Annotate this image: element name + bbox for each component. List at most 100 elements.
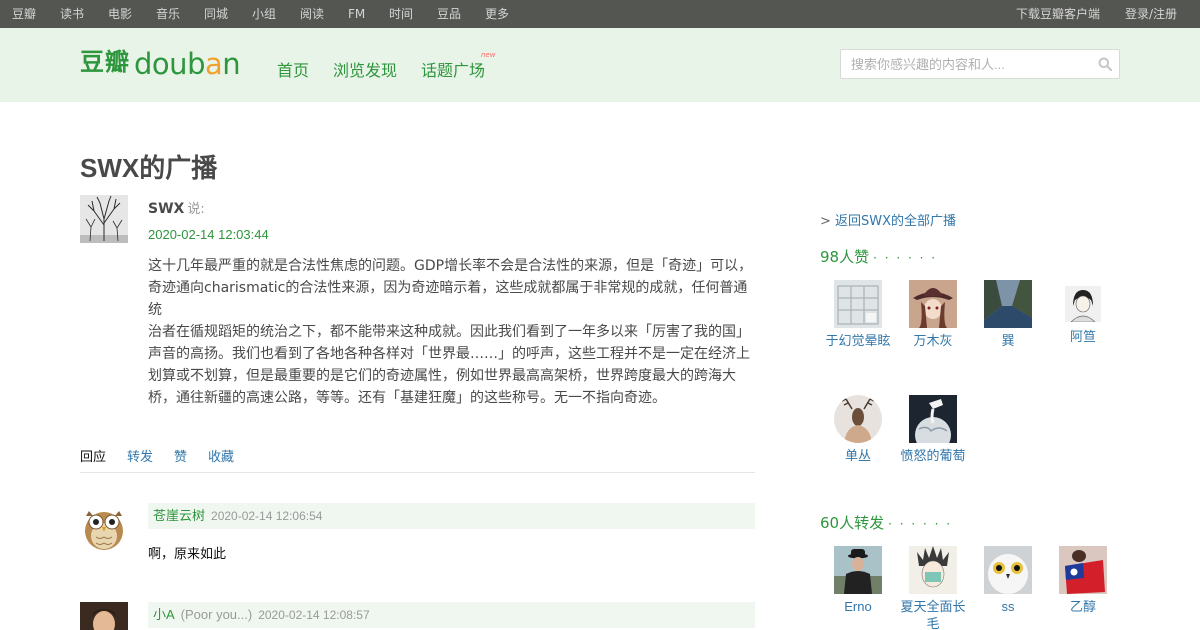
global-nav-time[interactable]: 时间 (389, 0, 413, 28)
post-time: 2020-02-14 12:03:44 (148, 227, 269, 242)
liker-cell[interactable]: 万木灰 (895, 280, 971, 349)
post-body: 这十几年最严重的就是合法性焦虑的问题。GDP增长率不会是合法性的来源，但是「奇迹… (148, 255, 758, 409)
liker-name[interactable]: 阿笪 (1045, 328, 1121, 345)
anime-girl-hat-avatar-icon (909, 280, 957, 328)
resharer-name[interactable]: ss (970, 598, 1046, 615)
post-line: 这十几年最严重的就是合法性焦虑的问题。GDP增长率不会是合法性的来源，但是「奇迹… (148, 258, 753, 274)
global-nav-more[interactable]: 更多 (485, 0, 509, 28)
global-nav-market[interactable]: 豆品 (437, 0, 461, 28)
resharer-cell[interactable]: ss (970, 546, 1046, 615)
liker-avatar[interactable] (984, 280, 1032, 328)
owl-avatar-icon (80, 503, 128, 551)
liker-name[interactable]: 单丛 (820, 447, 896, 464)
reply-tab[interactable]: 回应 (80, 446, 106, 465)
comment-avatar[interactable] (80, 602, 128, 630)
post-line: 治者在循规蹈矩的统治之下，都不能带来这种成就。因此我们看到了一年多以来「厉害了我… (148, 324, 750, 340)
liker-cell[interactable]: 单丛 (820, 395, 896, 464)
reshares-heading: 60人转发 · · · · · · (820, 512, 952, 533)
liker-cell[interactable]: 巽 (970, 280, 1046, 349)
author-avatar[interactable] (80, 195, 128, 243)
page-title: SWX的广播 (80, 153, 218, 183)
sketch-portrait-avatar-icon (1065, 286, 1101, 322)
antler-man-avatar-icon (834, 395, 882, 443)
liker-cell[interactable]: 愤怒的葡萄 (895, 395, 971, 464)
bowler-hat-man-avatar-icon (834, 546, 882, 594)
global-nav: 豆瓣 读书 电影 音乐 同城 小组 阅读 FM 时间 豆品 更多 下载豆瓣客户端… (0, 0, 1200, 28)
nav-topics[interactable]: 话题广场 (421, 57, 485, 81)
liker-avatar[interactable] (909, 395, 957, 443)
nav-home[interactable]: 首页 (277, 57, 309, 81)
global-nav-douban[interactable]: 豆瓣 (12, 0, 36, 28)
comment-avatar[interactable] (80, 503, 128, 551)
liker-name[interactable]: 巽 (970, 332, 1046, 349)
post-actions: 回应 转发 赞 收藏 (80, 446, 755, 473)
login-register-link[interactable]: 登录/注册 (1125, 0, 1177, 28)
back-link-label: 返回SWX的全部广播 (835, 214, 957, 229)
download-app-link[interactable]: 下载豆瓣客户端 (1016, 0, 1100, 28)
resharer-avatar[interactable] (909, 546, 957, 594)
comment-time: 2020-02-14 12:08:57 (258, 608, 370, 622)
comment-author-link[interactable]: 苍崖云树 (153, 508, 205, 523)
resharer-avatar[interactable] (984, 546, 1032, 594)
comment-author-signature: (Poor you...) (180, 607, 253, 622)
resharer-name[interactable]: 夏天全面长毛 (895, 598, 971, 630)
likes-heading: 98人赞 · · · · · · (820, 246, 937, 267)
site-header: 豆瓣 douban 首页 浏览发现 话题广场 new (0, 28, 1200, 102)
search-box (840, 49, 1120, 79)
global-nav-book[interactable]: 读书 (60, 0, 84, 28)
global-nav-fm[interactable]: FM (348, 0, 365, 28)
logo-cn: 豆瓣 (80, 48, 130, 76)
logo-en: douban (134, 47, 241, 81)
resharer-cell[interactable]: Erno (820, 546, 896, 615)
liker-avatar[interactable] (1065, 286, 1101, 322)
resharer-cell[interactable]: 夏天全面长毛 (895, 546, 971, 630)
liker-name[interactable]: 愤怒的葡萄 (895, 447, 971, 464)
global-nav-read[interactable]: 阅读 (300, 0, 324, 28)
global-nav-music[interactable]: 音乐 (156, 0, 180, 28)
reshare-button[interactable]: 转发 (127, 446, 153, 465)
liker-cell[interactable]: 于幻觉晕眩 (820, 280, 896, 349)
comment-text: 啊，原来如此 (148, 547, 227, 562)
liker-cell[interactable]: 阿笪 (1045, 280, 1121, 345)
likes-more-link[interactable]: · · · · · · (873, 251, 937, 265)
post-line: 声音的高扬。我们也看到了各地各种各样对「世界最……」的呼声，这些工程并不是一定在… (148, 346, 750, 362)
fjord-avatar-icon (984, 280, 1032, 328)
comment-header: 小A (Poor you...) 2020-02-14 12:08:57 (148, 602, 755, 628)
liker-avatar[interactable] (909, 280, 957, 328)
reshares-count: 60人转发 (820, 514, 885, 532)
liker-avatar[interactable] (834, 280, 882, 328)
author-name-link[interactable]: SWX (148, 201, 184, 217)
search-input[interactable] (841, 50, 1091, 78)
snowy-owl-avatar-icon (984, 546, 1032, 594)
global-nav-group[interactable]: 小组 (252, 0, 276, 28)
resharer-name[interactable]: 乙醇 (1045, 598, 1121, 615)
author-line: SWX 说: (148, 198, 205, 217)
shelves-avatar-icon (834, 280, 882, 328)
liker-name[interactable]: 于幻觉晕眩 (820, 332, 896, 349)
resharer-avatar[interactable] (1059, 546, 1107, 594)
back-to-all-posts-link[interactable]: > 返回SWX的全部广播 (820, 210, 956, 229)
comment-header: 苍崖云树 2020-02-14 12:06:54 (148, 503, 755, 529)
spiky-hair-drawing-avatar-icon (909, 546, 957, 594)
milk-earth-avatar-icon (909, 395, 957, 443)
back-arrow: > (820, 214, 831, 229)
collect-button[interactable]: 收藏 (208, 446, 234, 465)
likes-count: 98人赞 (820, 248, 870, 266)
comment-author-link[interactable]: 小A (153, 607, 175, 622)
post-line: 划算或不划算，但是最重要的是它们的奇迹属性，例如世界最高高架桥，世界跨度最大的跨… (148, 368, 736, 384)
reshares-more-link[interactable]: · · · · · · (888, 517, 952, 531)
liker-avatar[interactable] (834, 395, 882, 443)
like-button[interactable]: 赞 (174, 446, 187, 465)
global-nav-location[interactable]: 同城 (204, 0, 228, 28)
flag-avatar-icon (1059, 546, 1107, 594)
resharer-name[interactable]: Erno (820, 598, 896, 615)
resharer-avatar[interactable] (834, 546, 882, 594)
global-nav-movie[interactable]: 电影 (108, 0, 132, 28)
liker-name[interactable]: 万木灰 (895, 332, 971, 349)
search-icon[interactable] (1098, 57, 1112, 71)
comment-time: 2020-02-14 12:06:54 (211, 509, 323, 523)
nav-explore[interactable]: 浏览发现 (333, 57, 397, 81)
resharer-cell[interactable]: 乙醇 (1045, 546, 1121, 615)
post-line: 桥，通往新疆的高速公路，等等。还有「基建狂魔」的这些称号。无一不指向奇迹。 (148, 390, 666, 406)
post-line: 奇迹通向charismatic的合法性来源，因为奇迹暗示着，这些成就都属于非常规… (148, 280, 748, 318)
